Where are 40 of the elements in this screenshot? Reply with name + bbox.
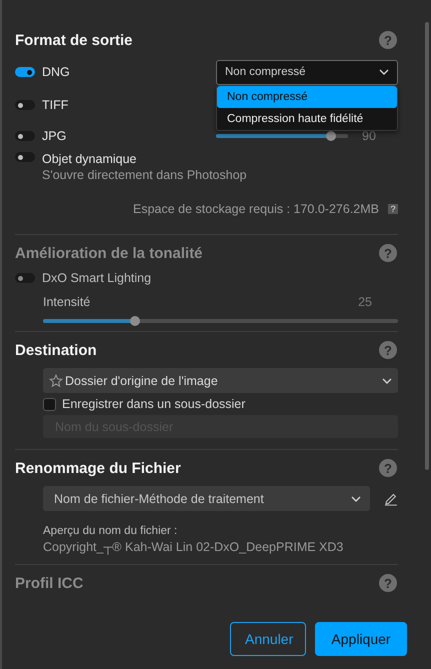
storage-text: Espace de stockage requis : 170.0-276.2MB bbox=[133, 202, 379, 216]
preview-filename: Copyright_┬® Kah-Wai Lin 02-DxO_DeepPRIME XD3 bbox=[43, 540, 344, 554]
format-label: JPG bbox=[42, 129, 66, 143]
help-icon[interactable]: ? bbox=[388, 204, 398, 214]
format-note: S'ouvre directement dans Photoshop bbox=[41, 168, 248, 182]
section-title: Format de sortie bbox=[15, 32, 133, 48]
checkbox[interactable] bbox=[43, 398, 56, 410]
toggle-label: DxO Smart Lighting bbox=[42, 271, 152, 285]
chevron-down-icon bbox=[379, 69, 389, 75]
toggle-switch[interactable] bbox=[15, 100, 35, 110]
section-title: Destination bbox=[15, 342, 97, 358]
slider-value: 90 bbox=[362, 129, 376, 143]
menu-item[interactable]: Compression haute fidélité bbox=[217, 108, 397, 130]
star-icon bbox=[49, 374, 63, 388]
section-title: Renommage du Fichier bbox=[15, 460, 181, 476]
slider-track[interactable] bbox=[216, 134, 348, 138]
apply-button[interactable]: Appliquer bbox=[315, 622, 407, 656]
slider-label: Intensité bbox=[43, 295, 90, 309]
format-label: Objet dynamique bbox=[42, 152, 137, 166]
folder-dropdown[interactable]: Dossier d'origine de l'image bbox=[43, 368, 398, 393]
toggle-switch[interactable] bbox=[15, 152, 35, 162]
preview-label: Aperçu du nom du fichier : bbox=[43, 525, 178, 537]
format-label: DNG bbox=[42, 65, 70, 79]
slider-track[interactable] bbox=[43, 319, 398, 323]
format-label: TIFF bbox=[42, 98, 68, 112]
chevron-down-icon bbox=[382, 378, 392, 384]
toggle-switch[interactable] bbox=[15, 131, 35, 141]
section-title: Profil ICC bbox=[15, 574, 84, 592]
compression-dropdown[interactable]: Non compressé bbox=[216, 60, 398, 84]
pencil-icon[interactable] bbox=[384, 492, 398, 506]
menu-item[interactable]: Non compressé bbox=[217, 86, 397, 108]
scrollbar[interactable] bbox=[425, 22, 429, 470]
toggle-switch[interactable] bbox=[15, 67, 35, 77]
chevron-down-icon bbox=[351, 496, 362, 502]
checkbox-label: Enregistrer dans un sous-dossier bbox=[62, 397, 246, 411]
slider-thumb[interactable] bbox=[326, 131, 336, 141]
section-title: Amélioration de la tonalité bbox=[15, 244, 203, 262]
slider-value: 25 bbox=[358, 295, 373, 309]
naming-dropdown[interactable]: Nom de fichier-Méthode de traitement bbox=[43, 486, 370, 511]
cancel-button[interactable]: Annuler bbox=[230, 622, 306, 656]
